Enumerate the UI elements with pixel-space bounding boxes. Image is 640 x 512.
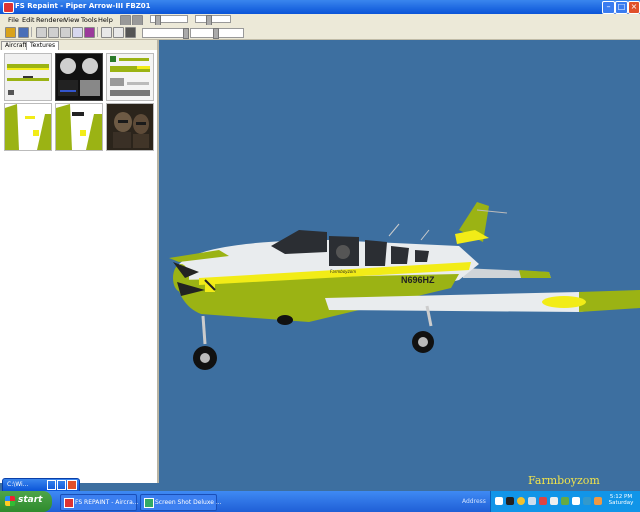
minimized-window-close[interactable] xyxy=(67,480,77,490)
tray-icon-4[interactable] xyxy=(528,497,536,505)
minimized-window-title: C:\Wi... xyxy=(7,481,29,488)
rotation-slider[interactable] xyxy=(190,28,244,39)
texture-thumb-1-art xyxy=(7,64,49,95)
menu-help[interactable]: Help xyxy=(98,16,113,24)
taskbar-item-fs-repaint[interactable]: FS REPAINT - Aircra... xyxy=(60,494,139,511)
registration-label: N696HZ xyxy=(401,275,435,285)
lighting-slider[interactable] xyxy=(150,15,188,26)
clock-day: Saturday xyxy=(608,500,634,506)
menu-view[interactable]: View xyxy=(64,16,79,24)
tray-icon-3[interactable] xyxy=(517,497,525,505)
menu-bar: File Edit Renderer View Tools Help xyxy=(0,14,640,26)
window-title: FS Repaint - Piper Arrow-III FBZ01 xyxy=(15,2,151,10)
texture-panel: Aircraft Textures xyxy=(0,40,159,483)
fs-repaint-icon xyxy=(64,498,74,508)
tray-icon-10[interactable] xyxy=(594,497,602,505)
texture-thumb-6-art xyxy=(113,112,149,148)
cabin-script-label: Farmboyzom xyxy=(330,269,357,274)
aircraft-viewport[interactable]: N696HZ Farmboyzom xyxy=(159,40,640,483)
tab-textures[interactable]: Textures xyxy=(26,41,60,50)
menu-renderer[interactable]: Renderer xyxy=(36,16,66,24)
binoculars-icon[interactable] xyxy=(125,27,136,38)
tray-icon-9[interactable] xyxy=(583,497,591,505)
zoom-slider[interactable] xyxy=(142,28,189,39)
zoom-in-icon[interactable] xyxy=(101,27,112,38)
open-icon[interactable] xyxy=(5,27,16,38)
ambient-slider[interactable] xyxy=(195,15,231,26)
tray-icon-7[interactable] xyxy=(561,497,569,505)
texture-thumb-2-art xyxy=(58,58,100,96)
copy-icon[interactable] xyxy=(48,27,59,38)
aircraft-render xyxy=(169,202,640,370)
cut-icon[interactable] xyxy=(36,27,47,38)
texture-thumb-3[interactable] xyxy=(106,53,154,101)
taskbar: start FS REPAINT - Aircra... Screen Shot… xyxy=(0,491,640,512)
texture-thumb-5-art xyxy=(56,104,102,150)
toolbar xyxy=(0,25,640,40)
tray-icon-1[interactable] xyxy=(495,497,503,505)
panel-tabs: Aircraft Textures xyxy=(0,40,157,50)
zoom-out-icon[interactable] xyxy=(113,27,124,38)
texture-thumb-1[interactable] xyxy=(4,53,52,101)
watermark: Farmboyzom xyxy=(528,474,600,487)
screen-shot-icon xyxy=(144,498,154,508)
menu-file[interactable]: File xyxy=(8,16,19,24)
maximize-button[interactable]: □ xyxy=(615,1,628,14)
texture-thumb-2[interactable] xyxy=(55,53,103,101)
tray-icon-8[interactable] xyxy=(572,497,580,505)
save-icon[interactable] xyxy=(18,27,29,38)
undo-icon[interactable] xyxy=(60,27,71,38)
texture-thumb-4-art xyxy=(5,104,51,150)
tray-icon-6[interactable] xyxy=(550,497,558,505)
start-button[interactable]: start xyxy=(0,491,52,512)
taskbar-item-screen-shot[interactable]: Screen Shot Deluxe ... xyxy=(140,494,222,511)
tray-icon-5[interactable] xyxy=(539,497,547,505)
delete-icon[interactable] xyxy=(72,27,83,38)
windows-flag-icon xyxy=(5,496,15,506)
app-icon[interactable] xyxy=(3,2,14,13)
texture-thumb-5[interactable] xyxy=(55,103,103,151)
texture-thumb-4[interactable] xyxy=(4,103,52,151)
paint-icon[interactable] xyxy=(84,27,95,38)
texture-thumb-6[interactable] xyxy=(106,103,154,151)
menu-tools[interactable]: Tools xyxy=(81,16,97,24)
clock[interactable]: 5:12 PM Saturday xyxy=(604,494,638,506)
title-bar: FS Repaint - Piper Arrow-III FBZ01 – □ × xyxy=(0,0,640,14)
minimize-button[interactable]: – xyxy=(602,1,615,14)
menu-edit[interactable]: Edit xyxy=(22,16,35,24)
start-label: start xyxy=(18,495,43,505)
close-button[interactable]: × xyxy=(628,1,640,14)
address-label: Address xyxy=(462,498,486,505)
texture-thumb-3-art xyxy=(110,56,150,96)
minimized-window[interactable]: C:\Wi... xyxy=(2,478,80,492)
tray-icon-2[interactable] xyxy=(506,497,514,505)
